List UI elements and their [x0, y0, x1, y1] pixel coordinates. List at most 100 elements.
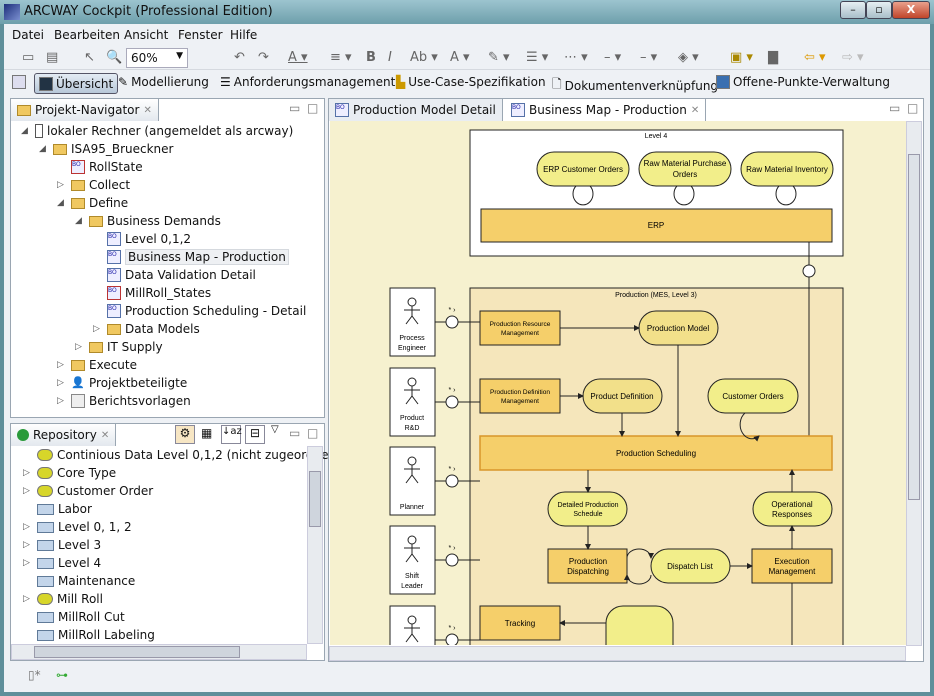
align-icon[interactable]: ≡ ▾	[330, 50, 352, 65]
production-resource-management-node[interactable]	[479, 310, 561, 346]
tree-item[interactable]: ▷ 👤 Projektbeteiligte	[57, 374, 187, 392]
repository-vscroll[interactable]	[307, 446, 323, 644]
view-menu-icon[interactable]: ▽	[271, 424, 279, 435]
bold-icon[interactable]: B	[366, 50, 376, 65]
menu-datei[interactable]: Datei	[12, 28, 44, 42]
tree-item[interactable]: ◢ lokaler Rechner (angemeldet als arcway)	[21, 122, 293, 140]
tree-item[interactable]: ▷ Collect	[57, 176, 130, 194]
expand-toggle[interactable]: ▷	[23, 486, 33, 496]
actor[interactable]: * ›	[389, 605, 480, 675]
tree-item[interactable]: ▷ Data Models	[93, 320, 200, 338]
font-color-icon[interactable]: A ▾	[288, 50, 308, 65]
expand-toggle[interactable]: ▷	[23, 468, 33, 478]
expand-toggle[interactable]: ▷	[57, 360, 67, 370]
interface-connector[interactable]	[445, 633, 459, 647]
expand-toggle[interactable]: ▷	[57, 378, 67, 388]
expand-toggle[interactable]: ◢	[57, 198, 67, 208]
operational-responses-node[interactable]	[752, 491, 833, 527]
tab-repository[interactable]: Repository ✕	[11, 424, 117, 446]
repository-item[interactable]: ▷ Core Type	[23, 464, 116, 482]
expand-toggle[interactable]: ▷	[23, 522, 33, 532]
perspective-uebersicht[interactable]: Übersicht	[34, 73, 119, 94]
actor[interactable]: * › Planner	[389, 446, 480, 516]
tree-item[interactable]: BO Production Scheduling - Detail	[93, 302, 306, 320]
font-size-icon[interactable]: A ▾	[450, 50, 470, 65]
close-icon[interactable]: ✕	[143, 105, 151, 116]
open-perspective-icon[interactable]	[12, 75, 26, 89]
actor[interactable]: * › Process Engineer	[389, 287, 480, 357]
production-definition-management-node[interactable]	[479, 378, 561, 414]
fill-color-icon[interactable]: ◈ ▾	[678, 50, 699, 65]
canvas-vscroll[interactable]	[906, 121, 922, 646]
tree-item[interactable]: BO MillRoll_States	[93, 284, 211, 302]
execution-management-node[interactable]	[751, 548, 833, 584]
perspective-anforderungsmanagement[interactable]: ☰ Anforderungsmanagement	[220, 75, 395, 89]
perspective-dokumentenverknuepfung[interactable]: 🗋 Dokumentenverknüpfung	[552, 75, 718, 96]
raw-material-purchase-orders-node[interactable]	[638, 151, 732, 187]
interface-connector[interactable]	[802, 264, 816, 278]
tree-item[interactable]: BO RollState	[57, 158, 143, 176]
tree-item[interactable]: ▷ Execute	[57, 356, 137, 374]
sort-az-icon[interactable]: ↓az	[221, 425, 242, 444]
new-item-icon[interactable]: ▯*	[28, 668, 41, 682]
redo-icon[interactable]: ↷	[258, 50, 269, 65]
expand-toggle[interactable]: ▷	[93, 324, 103, 334]
tab-business-map-production[interactable]: BO Business Map - Production ✕	[505, 99, 707, 121]
hierarchy-icon[interactable]: ⊟	[245, 425, 265, 444]
perspective-use-case[interactable]: ▙ Use-Case-Spezifikation	[396, 75, 546, 89]
perspective-offene-punkte[interactable]: Offene-Punkte-Verwaltung	[716, 75, 890, 89]
tab-projekt-navigator[interactable]: Projekt-Navigator ✕	[11, 99, 159, 121]
undo-icon[interactable]: ↶	[234, 50, 245, 65]
partial-node[interactable]	[605, 605, 674, 645]
zoom-select[interactable]: 60% ▼	[126, 48, 188, 68]
maximize-button[interactable]: ▫	[866, 1, 892, 19]
line-color-icon[interactable]: ✎ ▾	[488, 50, 510, 65]
expand-toggle[interactable]: ▷	[23, 558, 33, 568]
expand-toggle[interactable]: ▷	[75, 342, 85, 352]
expand-toggle[interactable]: ◢	[21, 126, 31, 136]
expand-toggle[interactable]: ▷	[57, 396, 67, 406]
line-style-icon[interactable]: ⋯ ▾	[564, 50, 588, 65]
repository-item[interactable]: MillRoll Cut	[23, 608, 125, 626]
repository-item[interactable]: Maintenance	[23, 572, 135, 590]
tree-item[interactable]: ▷ IT Supply	[75, 338, 163, 356]
tree-item[interactable]: ◢ ISA95_Brueckner	[39, 140, 173, 158]
expand-toggle[interactable]: ▷	[23, 594, 33, 604]
diagram-canvas[interactable]: Level 4 Production (MES, Level 3) ERP Cu…	[330, 121, 906, 675]
italic-icon[interactable]: I	[388, 50, 392, 65]
print-icon[interactable]: ▤	[46, 50, 58, 65]
repository-item[interactable]: ▷ Level 3	[23, 536, 101, 554]
minimize-view-icon[interactable]: ▭	[289, 101, 300, 115]
save-icon[interactable]: ▭	[22, 50, 34, 65]
menu-ansicht[interactable]: Ansicht	[124, 28, 168, 42]
menu-bearbeiten[interactable]: Bearbeiten	[54, 28, 120, 42]
text-style-icon[interactable]: Ab ▾	[410, 50, 438, 65]
expand-toggle[interactable]: ◢	[39, 144, 49, 154]
minimize-view-icon[interactable]: ▭	[289, 426, 300, 440]
interface-connector[interactable]	[445, 474, 459, 488]
layout-icon[interactable]: ▣ ▾	[730, 50, 753, 65]
network-icon[interactable]: ⊶	[56, 668, 68, 682]
filter-icon[interactable]: ⚙	[175, 425, 195, 444]
minimize-button[interactable]: –	[840, 1, 866, 19]
repository-item[interactable]: MillRoll Labeling	[23, 626, 155, 644]
production-dispatching-node[interactable]	[547, 548, 628, 584]
tree-item[interactable]: BO Data Validation Detail	[93, 266, 256, 284]
tree-item[interactable]: BO Level 0,1,2	[93, 230, 191, 248]
repository-item[interactable]: Labor	[23, 500, 92, 518]
tree-item[interactable]: ◢ Define	[57, 194, 128, 212]
actor[interactable]: * › Shift Leader	[389, 525, 480, 595]
interface-connector[interactable]	[445, 315, 459, 329]
repository-item[interactable]: ▷ Mill Roll	[23, 590, 103, 608]
detailed-production-schedule-node[interactable]	[547, 491, 628, 527]
maximize-view-icon[interactable]: □	[307, 101, 318, 115]
line-width-icon[interactable]: ☰ ▾	[526, 50, 548, 65]
repository-item[interactable]: Continious Data Level 0,1,2 (nicht zugeo…	[23, 446, 338, 464]
canvas-hscroll[interactable]	[329, 646, 906, 661]
actor[interactable]: * › Product R&D	[389, 367, 480, 437]
tree-item[interactable]: ▷ Berichtsvorlagen	[57, 392, 191, 410]
display-icon[interactable]: ▇	[768, 50, 778, 65]
expand-toggle[interactable]: ◢	[75, 216, 85, 226]
close-icon[interactable]: ✕	[691, 105, 699, 116]
expand-toggle[interactable]: ▷	[23, 540, 33, 550]
